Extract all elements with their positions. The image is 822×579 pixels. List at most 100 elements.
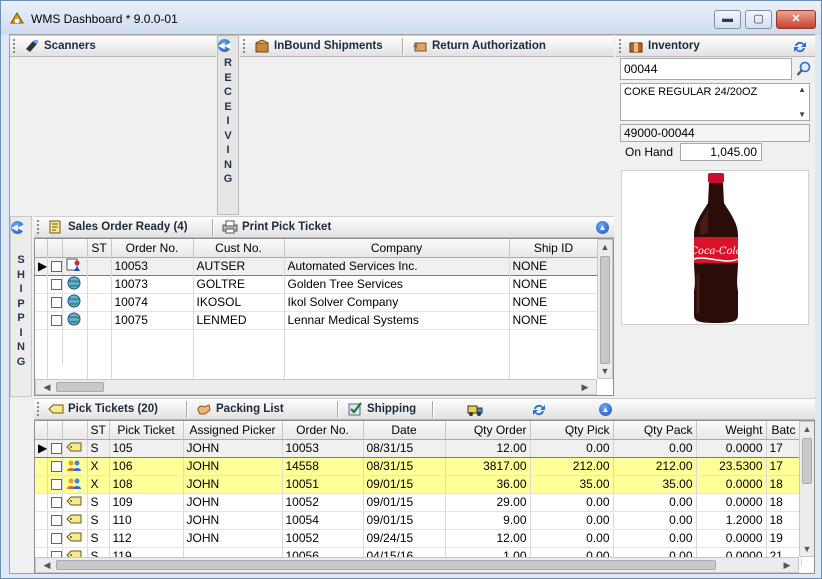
table-row[interactable]: ▶ S 105 JOHN 10053 08/31/15 12.00 0.00 0.00 0.000… xyxy=(35,438,802,458)
row-checkbox[interactable] xyxy=(50,515,61,527)
col-order-no[interactable]: Order No. xyxy=(282,421,364,440)
scroll-left-icon[interactable]: ◀ xyxy=(40,560,54,571)
toolbar-grip[interactable] xyxy=(619,39,622,53)
collapse-shipping-button[interactable]: ◀◀ xyxy=(11,221,31,234)
table-row[interactable]: X 108 JOHN 10051 09/01/15 36.00 35.00 35.00 0.00… xyxy=(35,475,802,494)
col-qty-pick[interactable]: Qty Pick xyxy=(530,421,614,440)
col-weight[interactable]: Weight xyxy=(696,421,767,440)
col-st[interactable]: ST xyxy=(87,421,110,440)
collapse-receiving-button[interactable]: ◀◀ xyxy=(218,39,238,52)
st-cell: X xyxy=(87,475,110,494)
col-st[interactable]: ST xyxy=(87,239,112,258)
toolbar-grip[interactable] xyxy=(243,39,246,53)
search-icon[interactable] xyxy=(796,61,812,77)
row-checkbox[interactable] xyxy=(50,315,61,327)
scroll-down-icon[interactable]: ▼ xyxy=(598,366,612,376)
inventory-tab[interactable]: Inventory xyxy=(628,39,700,53)
row-checkbox[interactable] xyxy=(50,479,61,491)
checkbox-header[interactable] xyxy=(47,421,63,440)
table-row[interactable]: 10074 IKOSOL Ikol Solver Company NONE xyxy=(35,293,599,312)
col-qty-pack[interactable]: Qty Pack xyxy=(613,421,697,440)
row-checkbox[interactable] xyxy=(50,461,61,473)
sales-order-vscroll[interactable]: ▲ ▼ xyxy=(597,239,613,379)
scroll-up-icon[interactable]: ▲ xyxy=(798,85,806,94)
scroll-thumb[interactable] xyxy=(56,382,104,392)
toolbar-grip[interactable] xyxy=(13,39,16,53)
sales-order-ready-tab[interactable]: Sales Order Ready (4) xyxy=(48,220,188,234)
receiving-letter: I xyxy=(226,144,230,156)
scroll-thumb[interactable] xyxy=(802,438,812,484)
close-button[interactable]: ✕ xyxy=(776,10,816,29)
refresh-icon[interactable] xyxy=(792,40,808,54)
col-date[interactable]: Date xyxy=(363,421,446,440)
scroll-thumb[interactable] xyxy=(600,256,610,364)
shipping-strip[interactable]: ◀◀ SHIPPING xyxy=(10,216,32,397)
col-company[interactable]: Company xyxy=(284,239,510,258)
checkbox-header[interactable] xyxy=(47,239,63,258)
toolbar-grip[interactable] xyxy=(37,402,40,416)
icon-header xyxy=(62,421,88,440)
table-row[interactable]: S 112 JOHN 10052 09/24/15 12.00 0.00 0.00 0.0000… xyxy=(35,529,802,548)
scanners-label: Scanners xyxy=(44,40,96,52)
col-cust-no[interactable]: Cust No. xyxy=(193,239,285,258)
sales-order-ready-label: Sales Order Ready (4) xyxy=(68,221,188,233)
st-cell: S xyxy=(87,529,110,548)
row-checkbox[interactable] xyxy=(50,261,61,273)
return-authorization-tab[interactable]: Return Authorization xyxy=(412,39,546,53)
truck-icon[interactable] xyxy=(467,403,483,417)
col-pick-ticket[interactable]: Pick Ticket xyxy=(109,421,184,440)
col-assigned-picker[interactable]: Assigned Picker xyxy=(183,421,283,440)
scroll-left-icon[interactable]: ◀ xyxy=(40,382,54,393)
title-bar[interactable]: WMS Dashboard * 9.0.0-01 ▬ ▢ ✕ xyxy=(1,1,821,35)
col-order-no[interactable]: Order No. xyxy=(111,239,194,258)
row-checkbox[interactable] xyxy=(50,497,61,509)
shipping-tab[interactable]: Shipping xyxy=(347,402,416,416)
receiving-strip[interactable]: ◀◀ RECEIVING xyxy=(217,35,239,215)
table-row[interactable]: 10075 LENMED Lennar Medical Systems NONE xyxy=(35,311,599,330)
order-no-cell: 10053 xyxy=(111,256,194,276)
minimize-button[interactable]: ▬ xyxy=(714,10,741,29)
table-row[interactable]: ▶ 10053 AUTSER Automated Services Inc. NONE xyxy=(35,256,599,276)
collapse-up-icon[interactable]: ▲ xyxy=(596,221,609,234)
row-checkbox[interactable] xyxy=(50,443,61,455)
item-description-box[interactable]: COKE REGULAR 24/20OZ ▲ ▼ xyxy=(620,83,810,121)
scroll-up-icon[interactable]: ▲ xyxy=(800,424,814,434)
scanners-tab[interactable]: Scanners xyxy=(24,39,96,53)
scroll-down-icon[interactable]: ▼ xyxy=(798,110,806,119)
assigned-picker-cell: JOHN xyxy=(183,511,283,530)
collapse-up-icon[interactable]: ▲ xyxy=(599,403,612,416)
toolbar-grip[interactable] xyxy=(37,220,40,234)
table-row[interactable]: S 109 JOHN 10052 09/01/15 29.00 0.00 0.00 0.0000… xyxy=(35,493,802,512)
pick-tickets-hscroll[interactable]: ◀ ▶ xyxy=(35,557,799,573)
qty-pick-cell: 0.00 xyxy=(530,438,614,458)
scroll-right-icon[interactable]: ▶ xyxy=(578,382,592,393)
scroll-up-icon[interactable]: ▲ xyxy=(598,242,612,252)
pick-tickets-tab[interactable]: Pick Tickets (20) xyxy=(48,402,158,416)
table-row[interactable]: X 106 JOHN 14558 08/31/15 3817.00 212.00 212.00… xyxy=(35,457,802,476)
shipping-letter: N xyxy=(17,341,25,353)
row-checkbox[interactable] xyxy=(50,533,61,545)
col-ship-id[interactable]: Ship ID xyxy=(509,239,599,258)
inbound-shipments-tab[interactable]: InBound Shipments xyxy=(254,39,383,53)
packing-list-tab[interactable]: Packing List xyxy=(196,402,284,416)
col-batch[interactable]: Batc xyxy=(766,421,802,440)
pick-tickets-vscroll[interactable]: ▲ ▼ xyxy=(799,421,814,557)
sales-order-hscroll[interactable]: ◀ ▶ xyxy=(35,379,597,395)
pick-ticket-cell: 112 xyxy=(109,529,184,548)
col-qty-order[interactable]: Qty Order xyxy=(445,421,531,440)
table-row[interactable]: S 110 JOHN 10054 09/01/15 9.00 0.00 0.00 1.2000 1… xyxy=(35,511,802,530)
row-checkbox[interactable] xyxy=(50,279,61,291)
maximize-button[interactable]: ▢ xyxy=(745,10,772,29)
row-checkbox[interactable] xyxy=(50,297,61,309)
scroll-right-icon[interactable]: ▶ xyxy=(780,560,794,571)
scroll-thumb[interactable] xyxy=(56,560,716,570)
inventory-search-input[interactable] xyxy=(620,58,792,80)
date-cell: 08/31/15 xyxy=(363,438,446,458)
table-row[interactable]: 10073 GOLTRE Golden Tree Services NONE xyxy=(35,275,599,294)
row-checkbox-cell xyxy=(47,529,63,548)
refresh-icon[interactable] xyxy=(531,403,547,417)
qty-order-cell: 29.00 xyxy=(445,493,531,512)
tag-icon xyxy=(65,514,81,523)
print-pick-ticket-button[interactable]: Print Pick Ticket xyxy=(222,220,331,234)
scroll-down-icon[interactable]: ▼ xyxy=(800,544,814,554)
